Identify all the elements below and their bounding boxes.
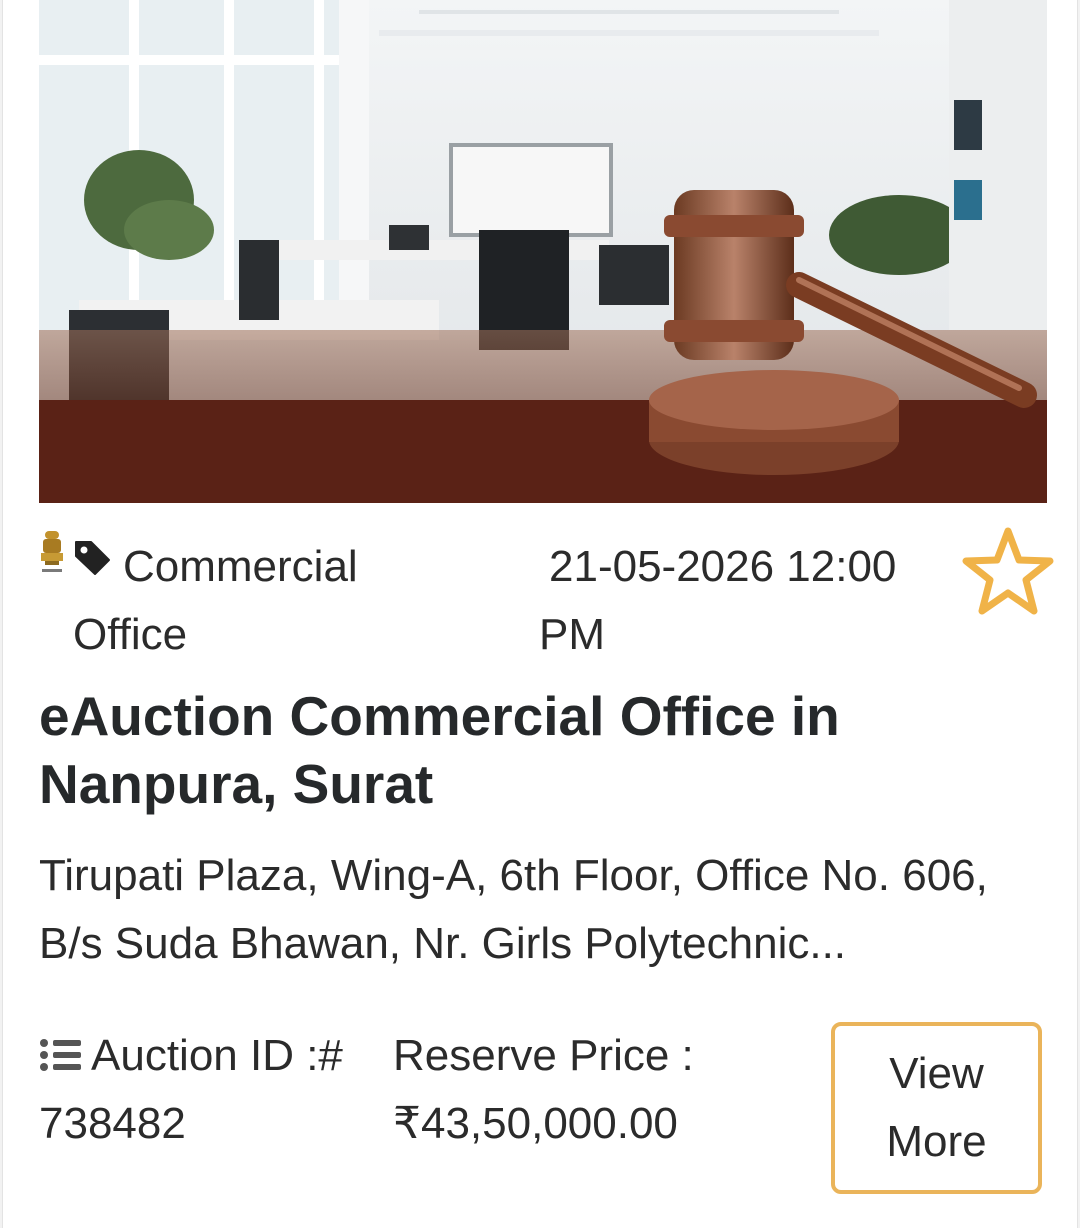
national-emblem-icon — [41, 531, 63, 572]
tag-icon — [75, 541, 110, 575]
property-address: Tirupati Plaza, Wing-A, 6th Floor, Offic… — [39, 842, 1039, 978]
auction-card: Commercial Office 21-05-2026 12:00 PM eA… — [2, 0, 1078, 1228]
office-gavel-illustration — [39, 0, 1047, 503]
auction-id: Auction ID :# 738482 — [39, 1022, 379, 1158]
view-more-button[interactable]: View More — [831, 1022, 1042, 1194]
meta-row: Commercial Office 21-05-2026 12:00 PM — [39, 525, 1059, 659]
list-icon — [40, 1039, 81, 1071]
star-outline-icon[interactable] — [961, 525, 1055, 617]
auction-id-label: Auction ID :# — [91, 1031, 343, 1080]
reserve-price-value: ₹43,50,000.00 — [393, 1099, 678, 1148]
property-image — [39, 0, 1047, 503]
reserve-price: Reserve Price : ₹43,50,000.00 — [393, 1022, 813, 1158]
auction-id-value: 738482 — [39, 1099, 186, 1148]
property-category-continued: Office — [73, 610, 188, 659]
address-line1: Tirupati Plaza, Wing-A, 6th Floor, Offic… — [39, 851, 988, 900]
reserve-price-label: Reserve Price : — [393, 1031, 694, 1080]
listing-title[interactable]: eAuction Commercial Office in Nanpura, S… — [39, 682, 1059, 818]
auction-date-line1: 21-05-2026 12:00 — [549, 542, 897, 591]
address-line2: B/s Suda Bhawan, Nr. Girls Polytechnic..… — [39, 919, 847, 968]
property-category: Commercial — [123, 542, 358, 591]
auction-date-line2: PM — [539, 610, 605, 659]
auction-date: 21-05-2026 12:00 PM — [539, 533, 919, 669]
auction-id-label-row: Auction ID :# — [39, 1022, 379, 1090]
